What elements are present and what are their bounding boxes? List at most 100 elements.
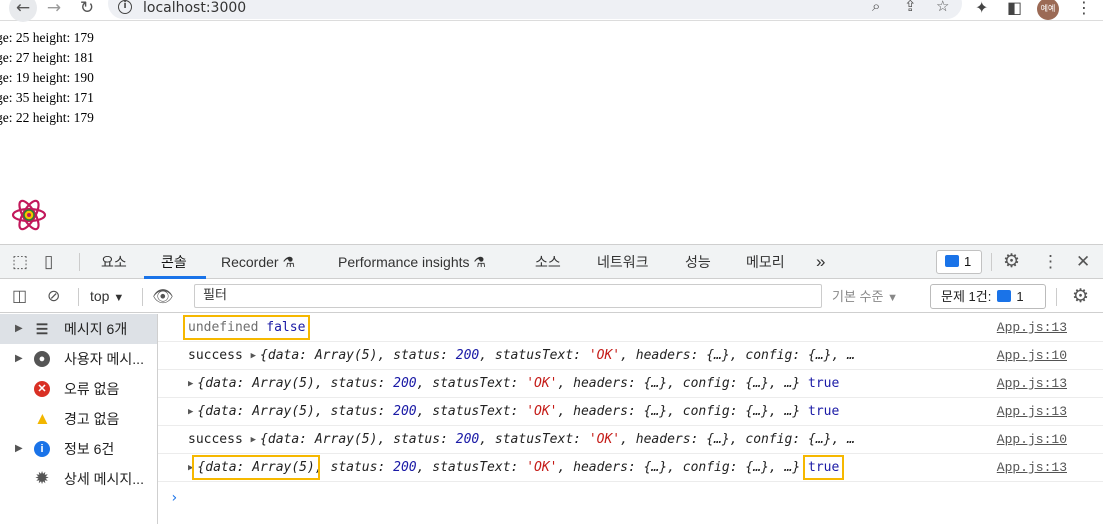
reload-button[interactable]: ↻ <box>73 0 101 22</box>
device-toggle-icon[interactable]: ▯ <box>44 245 53 279</box>
address-bar[interactable]: i localhost:3000 ⌕ ⇪ ☆ <box>108 0 962 19</box>
person-item: age: 35 height: 171 <box>0 90 94 105</box>
more-tabs-icon[interactable]: » <box>816 245 825 279</box>
close-icon[interactable]: ✕ <box>1076 245 1090 279</box>
sidebar-item-label: 경고 없음 <box>64 411 120 427</box>
site-info-icon[interactable]: i <box>118 0 132 14</box>
tab-network[interactable]: 네트워크 <box>597 245 649 279</box>
bookmark-star-icon[interactable]: ☆ <box>936 0 949 15</box>
dropdown-caret-icon: ▼ <box>113 292 125 304</box>
context-value: top <box>90 288 110 304</box>
tab-sources[interactable]: 소스 <box>535 245 561 279</box>
list-icon: ☰ <box>35 321 49 337</box>
message-body: ▶ {data: Array(5), status: 200, statusTex… <box>188 454 845 482</box>
issues-badge[interactable]: 1 <box>936 250 982 274</box>
sidebar-item-label: 정보 6건 <box>64 441 115 457</box>
response-object[interactable]: {data: Array(5), status: 200, statusText… <box>260 348 855 363</box>
devtools-tabbar: ⬚ ▯ 요소 콘솔 Recorder ⚗ Performance insight… <box>0 245 1103 279</box>
obj-val: {…} <box>643 376 668 391</box>
obj-val: 200 <box>393 460 417 475</box>
sidebar-toggle-icon[interactable]: ◫ <box>12 280 27 313</box>
success-label: success <box>188 348 243 363</box>
sidebar-item-user-messages[interactable]: ▶ ● 사용자 메시... <box>0 344 157 374</box>
source-link[interactable]: App.js:13 <box>997 370 1067 398</box>
source-link[interactable]: App.js:13 <box>997 454 1067 482</box>
extensions-icon[interactable]: ✦ <box>975 0 988 17</box>
filter-input[interactable]: 필터 <box>194 284 822 308</box>
obj-val: Array(5) <box>252 460 315 475</box>
clear-console-icon[interactable]: ⊘ <box>47 280 60 313</box>
message-icon <box>997 290 1012 302</box>
tab-recorder[interactable]: Recorder ⚗ <box>221 245 295 279</box>
highlight-box: {data: Array(5) <box>192 455 320 480</box>
console-toolbar: ◫ ⊘ top ▼ 👁 필터 기본 수준 ▼ 문제 1건: 1 ⚙ <box>0 280 1103 313</box>
expand-triangle-icon[interactable]: ▶ <box>188 398 193 426</box>
sidebar-item-label: 오류 없음 <box>64 381 120 397</box>
expand-arrow-icon[interactable]: ▶ <box>15 344 23 374</box>
address-url[interactable]: localhost:3000 <box>143 0 246 16</box>
expand-triangle-icon[interactable]: ▶ <box>251 426 256 454</box>
sidebar-item-errors[interactable]: ✕ 오류 없음 <box>0 374 157 404</box>
console-prompt-icon[interactable]: › <box>170 490 178 506</box>
expand-triangle-icon[interactable]: ▶ <box>188 370 193 398</box>
message-body: success ▶ {data: Array(5), status: 200, s… <box>188 426 855 454</box>
response-object[interactable]: {data: Array(5), status: 200, statusText… <box>260 432 855 447</box>
source-link[interactable]: App.js:13 <box>997 314 1067 342</box>
issues-counter-label: 문제 1건: <box>941 289 992 304</box>
console-message: ▶ {data: Array(5), status: 200, statusTex… <box>158 454 1103 482</box>
expand-triangle-icon[interactable]: ▶ <box>188 454 193 482</box>
obj-key: headers: <box>635 348 699 363</box>
sidebar-item-verbose[interactable]: ✹ 상세 메시지... <box>0 464 157 494</box>
expand-arrow-icon[interactable]: ▶ <box>15 314 23 344</box>
browser-toolbar: ← → ↻ i localhost:3000 ⌕ ⇪ ☆ ✦ ◧ 예예 ⋮ <box>0 0 1103 22</box>
obj-key: config: <box>682 460 738 475</box>
sidebar-item-label: 사용자 메시... <box>64 351 144 367</box>
sidebar-item-messages[interactable]: ▶ ☰ 메시지 6개 <box>0 314 157 344</box>
zoom-icon[interactable]: ⌕ <box>872 0 880 15</box>
avatar[interactable]: 예예 <box>1037 0 1059 20</box>
obj-key: statusText: <box>494 348 581 363</box>
tab-console[interactable]: 콘솔 <box>161 245 187 279</box>
obj-val: Array(5) <box>252 404 315 419</box>
obj-val: {…} <box>643 460 668 475</box>
more-vert-icon[interactable]: ⋮ <box>1076 0 1092 17</box>
settings-gear-icon[interactable]: ⚙ <box>1003 245 1020 279</box>
source-link[interactable]: App.js:13 <box>997 398 1067 426</box>
obj-val: 200 <box>455 348 480 363</box>
inspect-element-icon[interactable]: ⬚ <box>12 245 28 279</box>
tab-performance-insights[interactable]: Performance insights ⚗ <box>338 245 486 279</box>
side-panel-icon[interactable]: ◧ <box>1007 0 1022 17</box>
issues-counter-button[interactable]: 문제 1건: 1 <box>930 284 1046 309</box>
person-item: age: 19 height: 190 <box>0 70 94 85</box>
obj-key: statusText: <box>432 404 519 419</box>
issues-badge-count: 1 <box>964 254 972 269</box>
response-object[interactable]: {data: Array(5), status: 200, statusText… <box>197 404 800 419</box>
obj-key: data: <box>267 432 308 447</box>
expand-arrow-icon[interactable]: ▶ <box>15 434 23 464</box>
expand-triangle-icon[interactable]: ▶ <box>251 342 256 370</box>
sidebar-item-info[interactable]: ▶ i 정보 6건 <box>0 434 157 464</box>
source-link[interactable]: App.js:10 <box>997 426 1067 454</box>
source-link[interactable]: App.js:10 <box>997 342 1067 370</box>
context-select[interactable]: top ▼ <box>90 280 124 313</box>
user-icon: ● <box>34 351 50 367</box>
warning-icon: ▲ <box>34 409 51 428</box>
devtools-panel: ⬚ ▯ 요소 콘솔 Recorder ⚗ Performance insight… <box>0 244 1103 524</box>
response-object[interactable]: {data: Array(5), status: 200, statusText… <box>197 376 800 391</box>
log-levels-dropdown[interactable]: 기본 수준 ▼ <box>832 280 898 313</box>
console-settings-gear-icon[interactable]: ⚙ <box>1072 280 1089 313</box>
tab-elements[interactable]: 요소 <box>101 245 127 279</box>
more-vert-icon[interactable]: ⋮ <box>1042 245 1059 279</box>
eye-icon[interactable]: 👁 <box>152 280 174 313</box>
tab-memory[interactable]: 메모리 <box>746 245 785 279</box>
sidebar-item-warnings[interactable]: ▲ 경고 없음 <box>0 404 157 434</box>
obj-val: 200 <box>393 376 417 391</box>
share-icon[interactable]: ⇪ <box>904 0 917 15</box>
info-icon: i <box>34 441 50 457</box>
tab-performance[interactable]: 성능 <box>685 245 711 279</box>
response-object[interactable]: {data: Array(5), status: 200, statusText… <box>192 455 800 480</box>
obj-key: data: <box>267 348 308 363</box>
back-button[interactable]: ← <box>9 0 37 22</box>
forward-button[interactable]: → <box>40 0 68 22</box>
value-true: true <box>808 376 840 391</box>
